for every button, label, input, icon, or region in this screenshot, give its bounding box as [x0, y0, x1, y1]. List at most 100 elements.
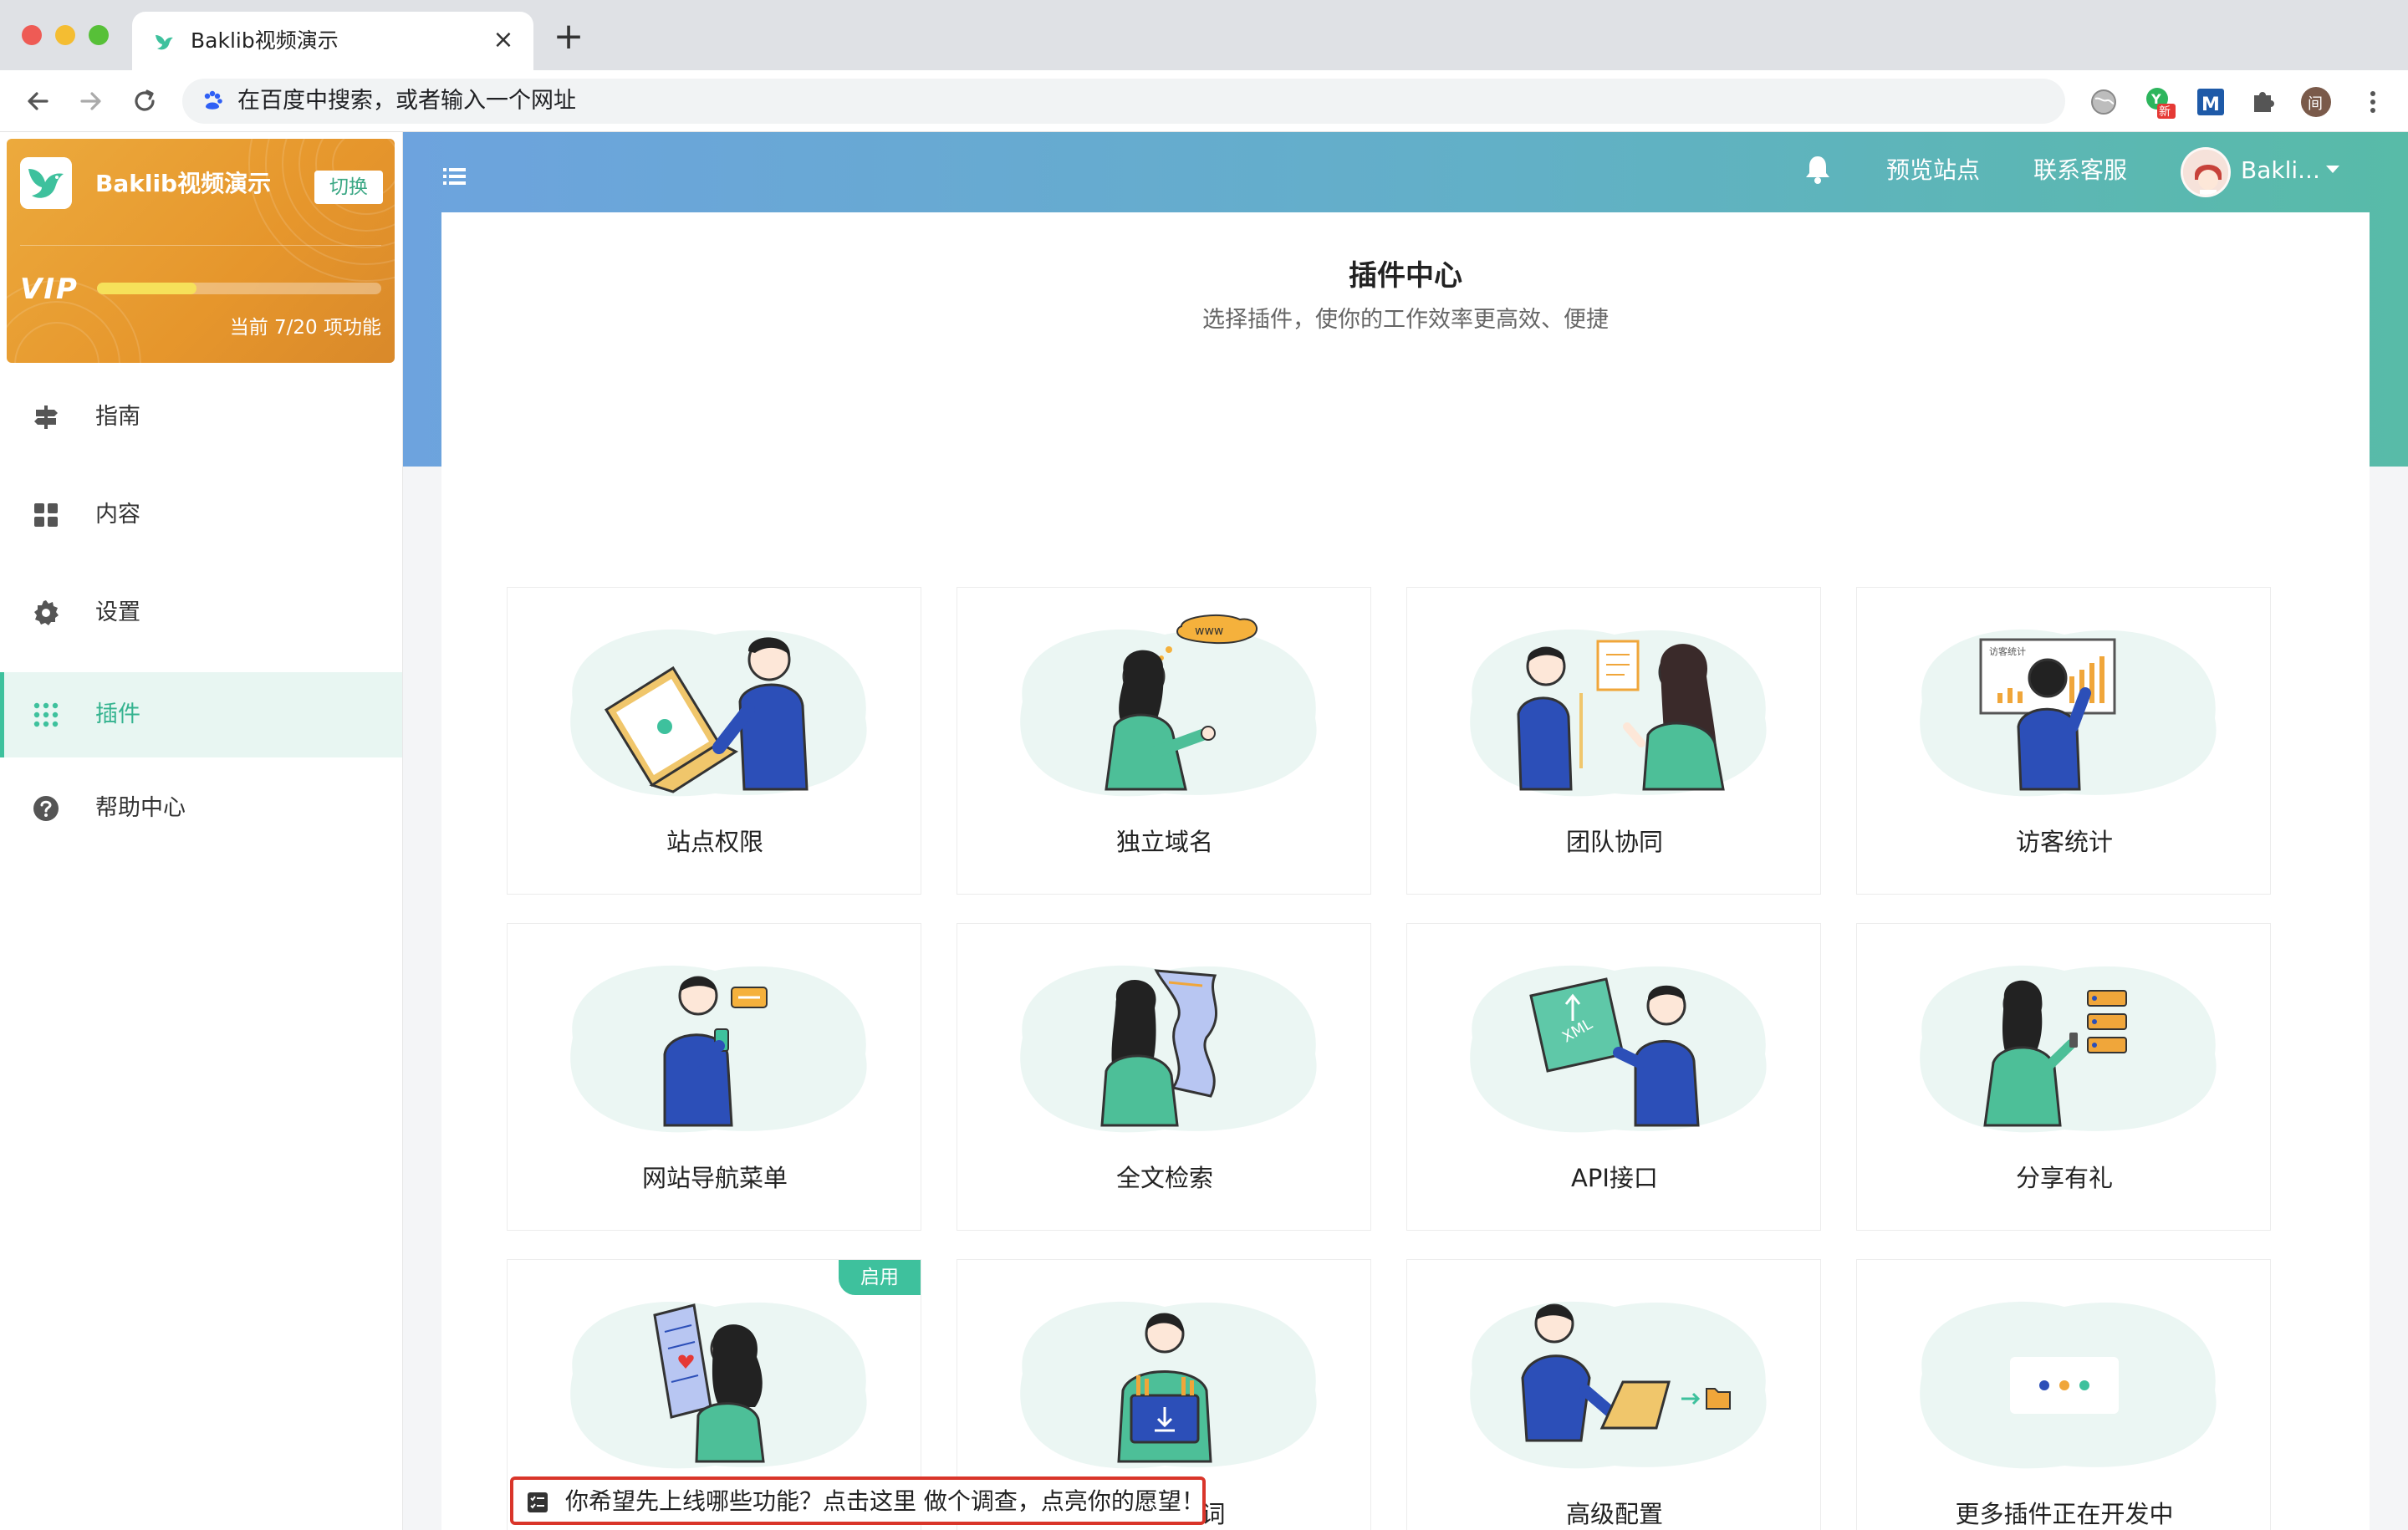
- sidebar-item-label: 插件: [95, 701, 140, 727]
- plugin-card-more-coming: 更多插件正在开发中: [1856, 1259, 2271, 1530]
- baidu-paw-icon: [204, 90, 222, 110]
- reload-icon[interactable]: [127, 84, 162, 119]
- plugin-card-label: 团队协同: [1565, 828, 1663, 856]
- plugin-card-label: 分享有礼: [2015, 1164, 2113, 1192]
- plugin-card-label: 高级配置: [1565, 1500, 1663, 1528]
- user-avatar-icon: [2183, 150, 2228, 195]
- sidebar-item-content[interactable]: 内容: [0, 472, 402, 558]
- sidebar-item-help[interactable]: 帮助中心: [0, 766, 402, 851]
- m-extension-icon[interactable]: M: [2194, 85, 2227, 119]
- page-subtitle: 选择插件，使你的工作效率更高效、便捷: [1202, 307, 1609, 333]
- kebab-menu-icon[interactable]: [2356, 85, 2390, 119]
- sidebar-item-label: 帮助中心: [95, 795, 186, 821]
- vip-logo: VIP: [20, 273, 79, 306]
- back-arrow-icon[interactable]: [20, 84, 55, 119]
- vip-progress-fill: [97, 283, 196, 294]
- site-permission-illustration-icon: [570, 629, 867, 797]
- plugin-card-label: 全文检索: [1115, 1164, 1213, 1192]
- grid-icon: [34, 503, 58, 527]
- fulltext-search-illustration-icon: [1020, 965, 1317, 1133]
- user-name[interactable]: Bakli...: [2241, 154, 2320, 187]
- custom-domain-illustration-icon: www: [1020, 615, 1317, 797]
- plugin-card-team-collab[interactable]: 团队协同: [1406, 587, 1821, 895]
- profile-icon[interactable]: 间: [2299, 85, 2333, 119]
- address-bar[interactable]: 在百度中搜索，或者输入一个网址: [182, 79, 2065, 124]
- plugin-card-label: 访客统计: [2015, 828, 2113, 856]
- gear-icon: [34, 600, 59, 625]
- window-minimize-button[interactable]: [55, 25, 75, 45]
- plugin-card-label: 独立域名: [1115, 828, 1213, 856]
- sidebar-item-plugins[interactable]: 插件: [0, 672, 402, 757]
- tab-title: Baklib视频演示: [191, 28, 339, 53]
- sidebar: Baklib视频演示 切换 VIP 当前 7/20 项功能 指南 内容 设置 插…: [0, 132, 403, 1530]
- dots-grid-icon: [33, 702, 59, 727]
- plugin-card-fulltext-search[interactable]: 全文检索: [957, 923, 1371, 1231]
- more-plugins-illustration-icon: [1920, 1301, 2217, 1469]
- plugin-card-advanced-config[interactable]: 高级配置: [1406, 1259, 1821, 1530]
- enabled-badge: 启用: [839, 1260, 921, 1295]
- site-name: Baklib视频演示: [95, 170, 272, 197]
- browser-titlebar: Baklib视频演示 × +: [0, 0, 2408, 70]
- survey-link[interactable]: 你希望先上线哪些功能？点击这里 做个调查，点亮你的愿望！: [510, 1476, 1206, 1525]
- team-collab-illustration-icon: [1470, 629, 1767, 797]
- plugin-center-panel: 插件中心 选择插件，使你的工作效率更高效、便捷 站点权限 www 独立域名 团队…: [441, 212, 2370, 1530]
- switch-site-button[interactable]: 切换: [314, 171, 383, 204]
- plugin-card-nav-menu[interactable]: 网站导航菜单: [507, 923, 921, 1231]
- domain-bubble-text: www: [1195, 625, 1223, 638]
- search-keywords-illustration-icon: [1020, 1301, 1317, 1469]
- contact-support-link[interactable]: 联系客服: [2033, 154, 2127, 187]
- help-icon: [33, 796, 59, 821]
- plugin-card-label: 网站导航菜单: [641, 1164, 788, 1192]
- visitor-stats-illustration-icon: 访客统计: [1920, 629, 2217, 797]
- plugin-card-visitor-stats[interactable]: 访客统计 访客统计: [1856, 587, 2271, 895]
- browser-tab[interactable]: Baklib视频演示 ×: [132, 12, 533, 70]
- sidebar-item-label: 内容: [95, 502, 140, 528]
- bird-favicon-icon: [156, 35, 173, 50]
- new-tab-button[interactable]: +: [552, 18, 585, 55]
- list-menu-icon[interactable]: [440, 162, 468, 191]
- survey-text: 你希望先上线哪些功能？点击这里 做个调查，点亮你的愿望！: [565, 1487, 1205, 1515]
- window-close-button[interactable]: [22, 25, 42, 45]
- plugin-card-label: 更多插件正在开发中: [1955, 1500, 2174, 1528]
- plugin-card-api[interactable]: XML API接口: [1406, 923, 1821, 1231]
- share-reward-illustration-icon: [1920, 965, 2217, 1133]
- address-input[interactable]: 在百度中搜索，或者输入一个网址: [237, 87, 576, 115]
- advanced-config-illustration-icon: [1470, 1301, 1767, 1469]
- vip-progress-bar: [97, 283, 381, 294]
- window-maximize-button[interactable]: [89, 25, 109, 45]
- plugin-card-custom-domain[interactable]: www 独立域名: [957, 587, 1371, 895]
- nav-menu-illustration-icon: [570, 965, 867, 1133]
- plugin-card-site-permission[interactable]: 站点权限: [507, 587, 921, 895]
- site-logo-icon: [20, 157, 72, 209]
- preview-site-link[interactable]: 预览站点: [1886, 154, 1980, 187]
- new-badge-text: 新: [2159, 105, 2171, 119]
- stats-board-caption: 访客统计: [1989, 645, 2026, 657]
- checklist-icon: [528, 1492, 548, 1512]
- avatar[interactable]: [2181, 147, 2231, 197]
- globe-icon[interactable]: [2087, 85, 2120, 119]
- page-title: 插件中心: [1349, 259, 1462, 293]
- browser-toolbar: 在百度中搜索，或者输入一个网址 Y 新 M 间: [0, 70, 2408, 132]
- sidebar-item-settings[interactable]: 设置: [0, 570, 402, 655]
- profile-initial: 间: [2308, 95, 2323, 113]
- plugin-card-label: API接口: [1571, 1164, 1658, 1192]
- plugin-card-label: 站点权限: [666, 828, 763, 856]
- sidebar-item-label: 指南: [95, 404, 140, 430]
- api-illustration-icon: XML: [1470, 965, 1767, 1133]
- bell-icon[interactable]: [1801, 152, 1834, 186]
- sidebar-item-guide[interactable]: 指南: [0, 375, 402, 460]
- chevron-down-icon[interactable]: [2326, 166, 2339, 173]
- article-feedback-illustration-icon: [570, 1301, 867, 1469]
- puzzle-icon[interactable]: [2246, 85, 2279, 119]
- tab-close-button[interactable]: ×: [488, 25, 518, 55]
- wechat-new-icon[interactable]: Y 新: [2142, 85, 2176, 119]
- m-extension-label: M: [2201, 94, 2220, 115]
- signpost-icon: [34, 405, 58, 429]
- plugin-card-share-reward[interactable]: 分享有礼: [1856, 923, 2271, 1231]
- vip-feature-count: 当前 7/20 项功能: [229, 317, 381, 339]
- vip-card: Baklib视频演示 切换 VIP 当前 7/20 项功能: [7, 139, 395, 363]
- main-area: 预览站点 联系客服 Bakli... 插件中心 选择插件，使你的工作效率更高效、…: [403, 132, 2408, 1530]
- vip-divider: [20, 245, 381, 246]
- sidebar-item-label: 设置: [95, 599, 140, 625]
- forward-arrow-icon[interactable]: [74, 84, 109, 119]
